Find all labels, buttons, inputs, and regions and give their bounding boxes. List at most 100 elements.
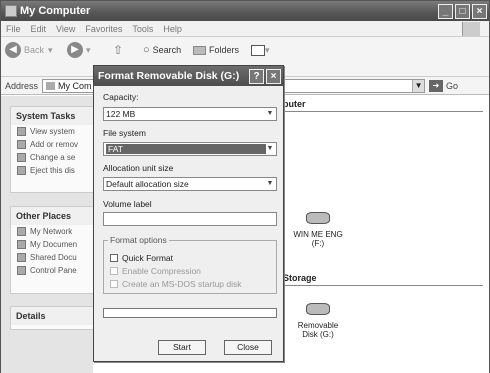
control-panel-icon	[17, 153, 26, 162]
capacity-label: Capacity:	[103, 92, 139, 102]
address-label: Address	[5, 80, 39, 91]
task-label: Add or remov	[30, 140, 79, 149]
section-header-storage: Storage	[283, 273, 317, 283]
title-bar: My Computer _ □ ×	[1, 1, 489, 21]
enable-compression-label: Enable Compression	[122, 266, 201, 276]
quick-format-checkbox[interactable]: Quick Format	[110, 253, 173, 263]
up-button[interactable]: ⇧	[113, 41, 123, 59]
capacity-select[interactable]: 122 MB ▼	[103, 107, 277, 121]
format-options-label: Format options	[108, 235, 169, 245]
cd-drive-icon	[306, 212, 330, 224]
programs-icon	[17, 140, 26, 149]
folders-label: Folders	[209, 45, 240, 55]
up-folder-icon: ⇧	[113, 43, 124, 57]
close-button[interactable]: Close	[224, 340, 272, 355]
back-arrow-icon: ◀	[5, 42, 21, 58]
format-dialog: Format Removable Disk (G:) ? × Capacity:…	[93, 65, 284, 362]
dialog-close-button[interactable]: ×	[266, 68, 281, 84]
shared-folder-icon	[17, 253, 26, 262]
control-panel-icon	[17, 266, 26, 275]
place-label: Shared Docu	[30, 253, 77, 262]
chevron-down-icon: ▼	[266, 145, 274, 152]
address-computer-icon	[46, 81, 56, 90]
allocation-value: Default allocation size	[106, 179, 189, 189]
search-label: Search	[152, 45, 182, 55]
views-icon	[251, 44, 265, 56]
menu-bar: File Edit View Favorites Tools Help	[1, 21, 489, 37]
section-divider	[283, 285, 483, 286]
help-button[interactable]: ?	[249, 68, 264, 84]
capacity-value: 122 MB	[106, 109, 136, 119]
volume-label-input[interactable]	[103, 212, 277, 226]
address-dropdown-icon[interactable]: ▼	[412, 79, 425, 92]
minimize-button[interactable]: _	[438, 3, 453, 19]
drive-f-label-1: WIN ME ENG	[293, 230, 343, 239]
menu-edit[interactable]: Edit	[31, 24, 47, 34]
documents-icon	[17, 240, 26, 249]
windows-flag-icon	[462, 22, 480, 36]
enable-compression-checkbox: Enable Compression	[110, 266, 201, 276]
file-system-select[interactable]: FAT ▼	[103, 142, 277, 156]
menu-help[interactable]: Help	[163, 24, 182, 34]
eject-icon	[17, 166, 26, 175]
views-button[interactable]: ▾	[251, 41, 270, 59]
drive-f-label-2: (F:)	[311, 239, 325, 248]
removable-disk-icon	[306, 303, 330, 315]
file-system-label: File system	[103, 128, 146, 138]
network-icon	[17, 227, 26, 236]
folders-icon	[193, 45, 206, 55]
section-header-drives: puter	[283, 99, 306, 109]
start-button[interactable]: Start	[158, 340, 206, 355]
allocation-select[interactable]: Default allocation size ▼	[103, 177, 277, 191]
task-label: Change a se	[30, 153, 76, 162]
task-pane: System Tasks View system Add or remov Ch…	[1, 96, 110, 373]
back-button[interactable]: ◀ Back ▾	[5, 41, 53, 59]
go-label: Go	[446, 80, 459, 91]
search-button[interactable]: ○ Search	[143, 41, 181, 59]
allocation-label: Allocation unit size	[103, 163, 174, 173]
msdos-startup-checkbox: Create an MS-DOS startup disk	[110, 279, 242, 289]
explorer-window: My Computer _ □ × File Edit View Favorit…	[0, 0, 490, 373]
chevron-down-icon: ▼	[266, 180, 274, 187]
file-system-value: FAT	[106, 144, 266, 154]
volume-label-label: Volume label	[103, 199, 152, 209]
window-title: My Computer	[20, 5, 91, 17]
task-label: View system	[30, 127, 75, 136]
drive-g-label-1: Removable	[297, 321, 339, 330]
go-arrow-icon: ➜	[429, 79, 444, 92]
section-divider	[283, 111, 483, 112]
drive-g[interactable]: Removable Disk (G:)	[288, 303, 348, 339]
drive-g-label-2: Disk (G:)	[302, 330, 334, 339]
address-value: My Com	[58, 80, 92, 91]
back-dropdown-icon[interactable]: ▾	[48, 45, 53, 56]
place-label: Control Pane	[30, 266, 77, 275]
views-dropdown-icon: ▾	[265, 44, 270, 55]
msdos-startup-label: Create an MS-DOS startup disk	[122, 279, 242, 289]
checkbox-box	[110, 254, 118, 262]
menu-file[interactable]: File	[6, 24, 21, 34]
forward-arrow-icon: ▶	[67, 42, 83, 58]
maximize-button[interactable]: □	[455, 3, 470, 19]
place-label: My Network	[30, 227, 73, 236]
menu-tools[interactable]: Tools	[132, 24, 153, 34]
menu-favorites[interactable]: Favorites	[85, 24, 122, 34]
folders-button[interactable]: Folders	[193, 41, 239, 59]
forward-button[interactable]: ▶ ▾	[67, 41, 91, 59]
dialog-title-bar: Format Removable Disk (G:) ? ×	[94, 66, 283, 86]
format-options-group: Format options Quick Format Enable Compr…	[103, 235, 277, 294]
format-progress-bar	[103, 308, 277, 318]
forward-dropdown-icon[interactable]: ▾	[86, 45, 91, 56]
info-icon	[17, 127, 26, 136]
dialog-title: Format Removable Disk (G:)	[98, 70, 240, 82]
go-button[interactable]: ➜ Go	[429, 79, 459, 92]
checkbox-box	[110, 267, 118, 275]
menu-view[interactable]: View	[56, 24, 75, 34]
quick-format-label: Quick Format	[122, 253, 174, 263]
close-window-button[interactable]: ×	[472, 3, 487, 19]
chevron-down-icon: ▼	[266, 110, 274, 117]
place-label: My Documen	[30, 240, 78, 249]
computer-icon	[5, 5, 17, 17]
back-label: Back	[24, 45, 45, 55]
drive-f[interactable]: WIN ME ENG (F:)	[288, 212, 348, 248]
checkbox-box	[110, 280, 118, 288]
